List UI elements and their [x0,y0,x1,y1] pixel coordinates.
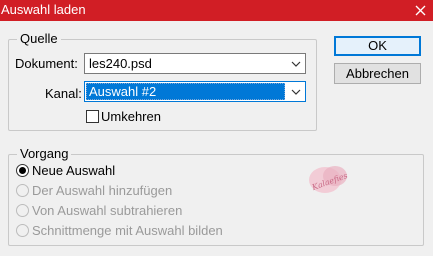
radio-label-new-selection[interactable]: Neue Auswahl [32,163,115,178]
source-legend: Quelle [17,31,61,46]
radio-add-to-selection[interactable] [16,184,29,197]
radio-new-selection[interactable] [16,164,29,177]
cancel-button-label: Abbrechen [346,66,409,81]
radio-intersect-selection[interactable] [16,224,29,237]
document-select[interactable]: les240.psd [84,53,306,74]
radio-label-add-to-selection[interactable]: Der Auswahl hinzufügen [32,183,172,198]
close-button[interactable] [407,0,433,21]
chevron-down-icon [291,61,301,67]
channel-label: Kanal: [45,86,82,101]
document-select-value: les240.psd [89,56,152,71]
radio-label-intersect-selection[interactable]: Schnittmenge mit Auswahl bilden [32,223,223,238]
close-icon [415,5,425,16]
channel-select-value: Auswahl #2 [86,83,285,100]
invert-label[interactable]: Umkehren [101,109,161,124]
ok-button-label: OK [368,38,387,53]
window-title: Auswahl laden [1,2,86,17]
radio-subtract-from-selection[interactable] [16,204,29,217]
document-label: Dokument: [15,56,78,71]
channel-select[interactable]: Auswahl #2 [84,81,306,102]
watermark-logo: Kalaefies [309,166,349,193]
operation-legend: Vorgang [17,146,72,161]
chevron-down-icon [291,89,301,95]
title-bar: Auswahl laden [0,0,433,21]
ok-button[interactable]: OK [334,36,421,56]
radio-selected-dot [19,167,26,174]
radio-label-subtract-from-selection[interactable]: Von Auswahl subtrahieren [32,203,182,218]
invert-checkbox[interactable] [86,110,99,123]
cancel-button[interactable]: Abbrechen [334,63,421,84]
